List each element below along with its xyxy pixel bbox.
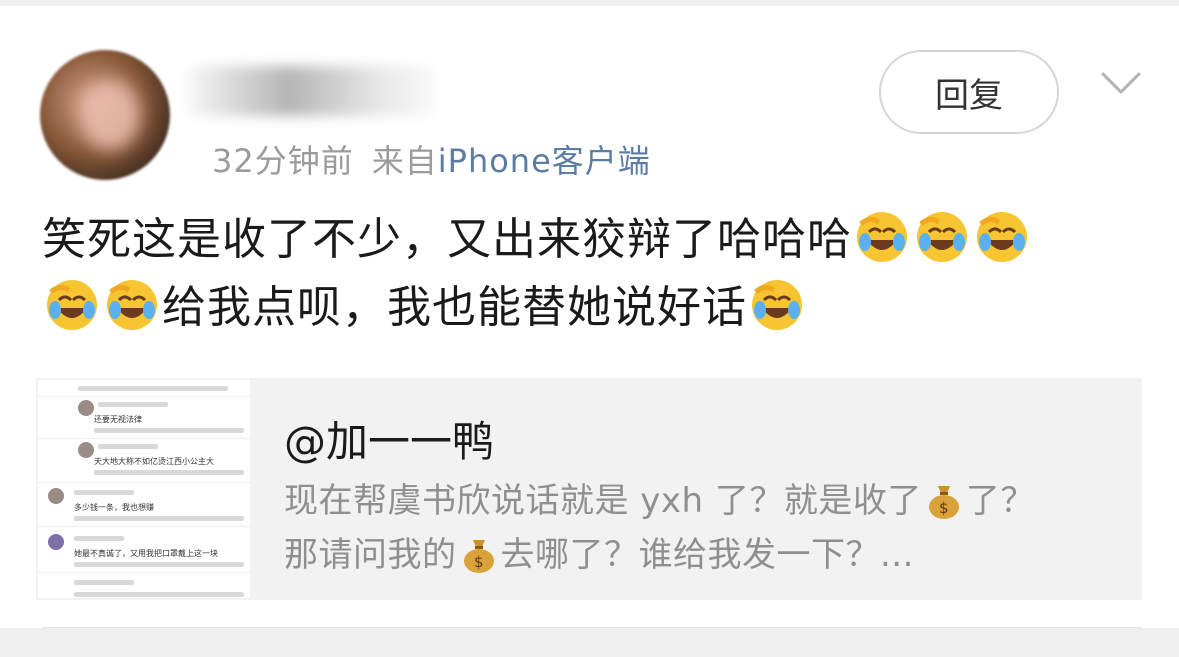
thumb-comment-3: 多少钱一条，我也想赚 <box>74 503 154 512</box>
laughing-emoji-icon <box>107 280 157 330</box>
quoted-text-b: 了？ <box>965 481 1035 521</box>
thumb-avatar <box>48 534 64 550</box>
quoted-text-d: 去哪了？谁给我发一下？... <box>500 535 914 575</box>
quoted-text-a: 现在帮虞书欣说话就是 yxh 了？就是收了 <box>284 481 922 521</box>
thumb-name-line <box>98 444 158 449</box>
quoted-text: 现在帮虞书欣说话就是 yxh 了？就是收了 $ 了？ 那请问我的 $ 去哪了？谁给… <box>284 474 1094 582</box>
post-time: 32分钟前 <box>212 142 354 180</box>
laughing-emoji-icon <box>977 212 1027 262</box>
username-blurred[interactable] <box>188 66 438 116</box>
thumb-meta-line <box>94 428 244 433</box>
avatar[interactable] <box>40 50 170 180</box>
thumb-avatar <box>78 400 94 416</box>
thumb-avatar <box>78 442 94 458</box>
chevron-down-icon[interactable] <box>1100 68 1142 98</box>
content-text-1: 笑死这是收了不少，又出来狡辩了哈哈哈 <box>42 214 852 265</box>
quoted-post-card[interactable]: 还要无视法律 天大地大称不如亿烫江西小公主大 多少钱一条，我也想赚 她最不真诚了… <box>36 378 1142 600</box>
weibo-comment-card: 32分钟前 来自iPhone客户端 回复 笑死这是收了不少，又出来狡辩了哈哈哈 给… <box>0 6 1179 628</box>
thumb-divider <box>38 396 250 397</box>
content-text-2: 给我点呗，我也能替她说好话 <box>162 282 747 333</box>
thumb-meta-line <box>74 592 244 597</box>
post-meta: 32分钟前 来自iPhone客户端 <box>212 136 651 180</box>
thumb-divider <box>38 438 250 439</box>
thumb-comment-2: 天大地大称不如亿烫江西小公主大 <box>94 457 214 466</box>
quoted-text-c: 那请问我的 <box>284 535 457 575</box>
laughing-emoji-icon <box>752 280 802 330</box>
bottom-separator <box>0 628 1179 657</box>
thumb-avatar <box>48 488 64 504</box>
laughing-emoji-icon <box>917 212 967 262</box>
thumb-meta-line <box>74 516 244 521</box>
thumb-comment-4: 她最不真诚了，又用我把口罩戴上这一块 <box>74 549 218 558</box>
reply-button[interactable]: 回复 <box>879 50 1059 134</box>
money-bag-icon: $ <box>928 486 959 519</box>
thumb-comment-1: 还要无视法律 <box>94 415 142 424</box>
thumb-meta-line <box>74 562 244 567</box>
thumb-meta-line <box>94 470 244 475</box>
laughing-emoji-icon <box>857 212 907 262</box>
screenshot-thumbnail[interactable]: 还要无视法律 天大地大称不如亿烫江西小公主大 多少钱一条，我也想赚 她最不真诚了… <box>38 380 250 598</box>
post-content: 笑死这是收了不少，又出来狡辩了哈哈哈 给我点呗，我也能替她说好话 <box>42 206 1142 342</box>
thumb-name-line <box>74 536 124 541</box>
laughing-emoji-icon <box>47 280 97 330</box>
source-prefix: 来自 <box>371 142 438 180</box>
svg-text:$: $ <box>473 553 483 571</box>
quoted-author[interactable]: @加一一鸭 <box>284 408 494 469</box>
thumb-name-line <box>74 580 134 585</box>
thumb-name-line <box>98 402 168 407</box>
thumb-divider <box>38 572 250 573</box>
client-link[interactable]: iPhone客户端 <box>438 142 651 180</box>
money-bag-icon: $ <box>463 540 494 573</box>
thumb-divider <box>38 526 250 527</box>
svg-text:$: $ <box>939 499 949 517</box>
thumb-meta-line <box>78 386 228 391</box>
thumb-name-line <box>74 490 134 495</box>
thumb-divider <box>38 482 250 483</box>
